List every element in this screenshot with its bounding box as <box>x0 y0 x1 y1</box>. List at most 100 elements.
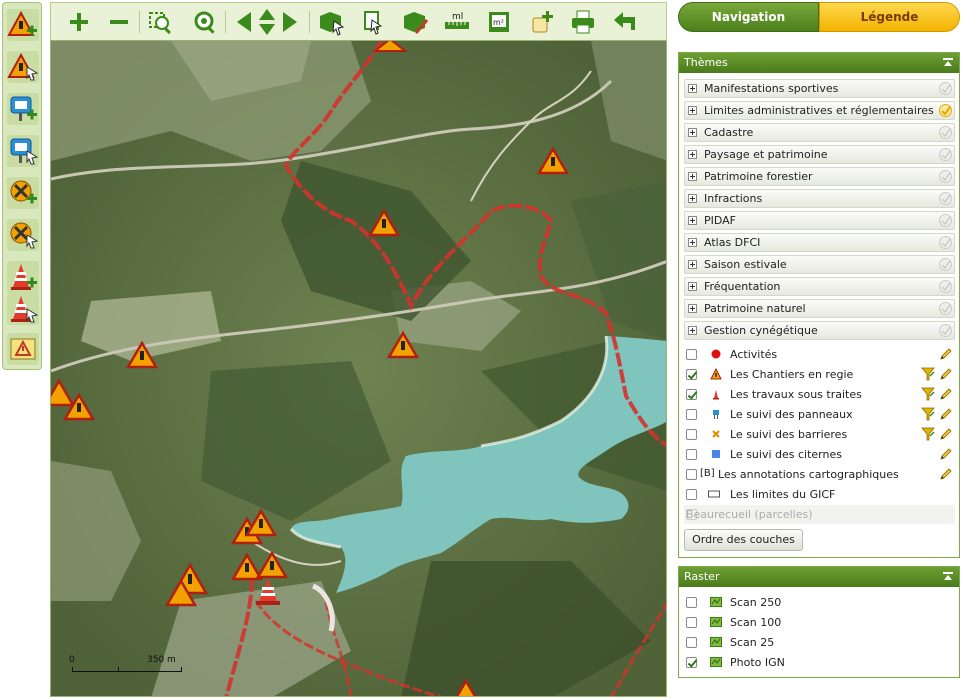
raster-checkbox[interactable] <box>686 597 697 608</box>
tab-navigation[interactable]: Navigation <box>678 2 819 32</box>
measure-distance-icon[interactable]: ml <box>443 8 471 36</box>
zoom-in-icon[interactable] <box>65 8 93 36</box>
print-icon[interactable] <box>569 8 597 36</box>
expand-icon[interactable] <box>688 282 697 291</box>
select-map-icon[interactable] <box>317 8 345 36</box>
raster-checkbox[interactable] <box>686 617 697 628</box>
expand-icon[interactable] <box>688 216 697 225</box>
layer-checkbox[interactable] <box>686 409 697 420</box>
layer-row[interactable]: Le suivi des citernes <box>684 445 955 464</box>
raster-row[interactable]: Photo IGN <box>684 653 955 672</box>
raster-row[interactable]: Scan 100 <box>684 613 955 632</box>
collapse-icon[interactable] <box>943 58 953 68</box>
raster-checkbox[interactable] <box>686 637 697 648</box>
expand-icon[interactable] <box>688 150 697 159</box>
filter-icon[interactable] <box>921 367 935 381</box>
theme-row[interactable]: Patrimoine forestier <box>684 167 955 186</box>
measure-area-icon[interactable]: m² <box>485 8 513 36</box>
back-icon[interactable] <box>611 8 639 36</box>
theme-check-icon[interactable] <box>939 280 952 293</box>
layer-checkbox[interactable] <box>686 369 697 380</box>
raster-checkbox[interactable] <box>686 657 697 668</box>
filter-icon[interactable] <box>921 407 935 421</box>
layer-row[interactable]: Le suivi des panneaux <box>684 405 955 424</box>
edit-pencil-icon[interactable] <box>939 427 953 441</box>
theme-row[interactable]: Patrimoine naturel <box>684 299 955 318</box>
theme-check-icon[interactable] <box>939 214 952 227</box>
pan-right-icon[interactable] <box>275 8 303 36</box>
theme-row[interactable]: Cadastre <box>684 123 955 142</box>
theme-check-icon[interactable] <box>939 148 952 161</box>
theme-check-icon[interactable] <box>939 236 952 249</box>
raster-row[interactable]: Scan 25 <box>684 633 955 652</box>
raster-row[interactable]: Scan 250 <box>684 593 955 612</box>
add-barrier-icon[interactable] <box>7 177 39 209</box>
expand-icon[interactable] <box>688 304 697 313</box>
add-panel-icon[interactable] <box>7 93 39 125</box>
info-query-icon[interactable] <box>359 8 387 36</box>
layer-row[interactable]: Les travaux sous traites <box>684 385 955 404</box>
expand-icon[interactable] <box>688 128 697 137</box>
add-roadwork-icon[interactable] <box>7 9 39 41</box>
clear-selection-icon[interactable] <box>401 8 429 36</box>
filter-icon[interactable] <box>921 427 935 441</box>
layer-row[interactable]: Les limites du GICF <box>684 485 955 504</box>
theme-row[interactable]: Gestion cynégétique <box>684 321 955 340</box>
layer-checkbox[interactable] <box>686 469 697 480</box>
add-cone-icon[interactable] <box>7 261 39 293</box>
select-roadwork-icon[interactable] <box>7 51 39 83</box>
edit-pencil-icon[interactable] <box>939 447 953 461</box>
expand-icon[interactable] <box>688 84 697 93</box>
theme-row[interactable]: Infractions <box>684 189 955 208</box>
theme-row[interactable]: Manifestations sportives <box>684 79 955 98</box>
layer-checkbox[interactable] <box>686 349 697 360</box>
edit-pencil-icon[interactable] <box>939 347 953 361</box>
tab-legend[interactable]: Légende <box>819 2 960 32</box>
edit-pencil-icon[interactable] <box>939 467 953 481</box>
theme-check-icon[interactable] <box>939 302 952 315</box>
layer-row[interactable]: Les Chantiers en regie <box>684 365 955 384</box>
layer-checkbox[interactable] <box>686 449 697 460</box>
full-extent-icon[interactable] <box>191 8 219 36</box>
layer-checkbox[interactable] <box>686 429 697 440</box>
theme-row[interactable]: Limites administratives et réglementaire… <box>684 101 955 120</box>
theme-row[interactable]: Atlas DFCI <box>684 233 955 252</box>
expand-icon[interactable] <box>688 194 697 203</box>
theme-row[interactable]: Paysage et patrimoine <box>684 145 955 164</box>
expand-icon[interactable] <box>688 172 697 181</box>
theme-check-icon[interactable] <box>939 170 952 183</box>
expand-icon[interactable] <box>688 326 697 335</box>
theme-check-icon[interactable] <box>939 324 952 337</box>
edit-pencil-icon[interactable] <box>939 367 953 381</box>
annotation-tool-icon[interactable] <box>7 333 39 365</box>
theme-row[interactable]: PIDAF <box>684 211 955 230</box>
theme-check-icon[interactable] <box>939 82 952 95</box>
collapse-icon[interactable] <box>943 572 953 582</box>
zoom-out-icon[interactable] <box>105 8 133 36</box>
layer-order-button[interactable]: Ordre des couches <box>684 529 803 551</box>
edit-pencil-icon[interactable] <box>939 407 953 421</box>
theme-check-icon[interactable] <box>939 192 952 205</box>
theme-row[interactable]: Saison estivale <box>684 255 955 274</box>
theme-check-icon[interactable] <box>939 126 952 139</box>
select-panel-icon[interactable] <box>7 135 39 167</box>
theme-check-icon[interactable] <box>939 258 952 271</box>
layer-row[interactable]: Le suivi des barrieres <box>684 425 955 444</box>
edit-pencil-icon[interactable] <box>939 387 953 401</box>
layer-row[interactable]: Beaurecueil (parcelles) <box>684 505 955 524</box>
select-barrier-icon[interactable] <box>7 219 39 251</box>
zoom-box-icon[interactable] <box>147 8 175 36</box>
add-bookmark-icon[interactable] <box>529 8 557 36</box>
filter-icon[interactable] <box>921 387 935 401</box>
layer-checkbox[interactable] <box>686 389 697 400</box>
map-view[interactable]: 0 350 m <box>50 40 667 697</box>
expand-icon[interactable] <box>688 238 697 247</box>
expand-icon[interactable] <box>688 106 697 115</box>
theme-check-icon[interactable] <box>939 104 952 117</box>
select-cone-icon[interactable] <box>7 293 39 325</box>
theme-row[interactable]: Fréquentation <box>684 277 955 296</box>
expand-icon[interactable] <box>688 260 697 269</box>
layer-checkbox[interactable] <box>686 489 697 500</box>
layer-row[interactable]: Activités <box>684 345 955 364</box>
layer-row[interactable]: [B] Les annotations cartographiques <box>684 465 955 484</box>
